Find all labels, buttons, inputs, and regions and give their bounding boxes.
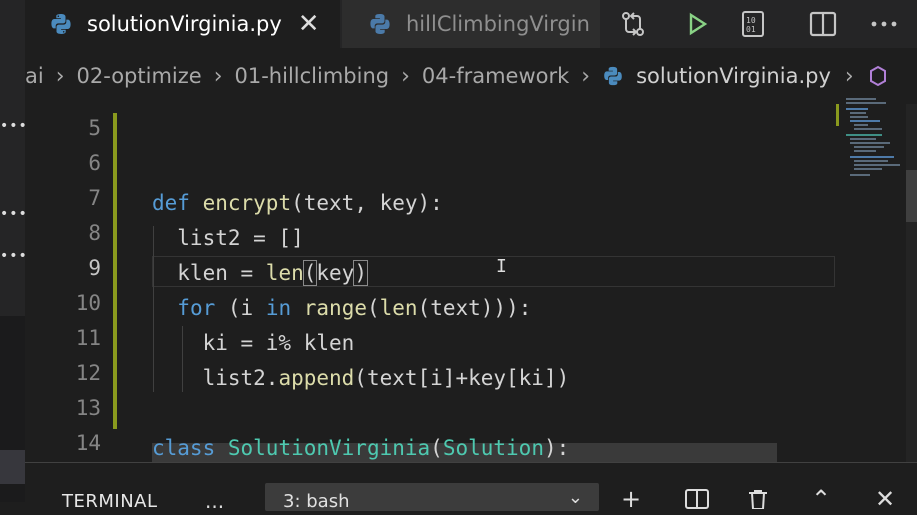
- breadcrumb: ai › 02-optimize › 01-hillclimbing › 04-…: [25, 48, 917, 104]
- code-line[interactable]: def encrypt(text, key):: [152, 186, 443, 221]
- close-icon[interactable]: ✕: [298, 11, 320, 37]
- trash-icon[interactable]: [747, 487, 769, 515]
- line-number: 14: [75, 431, 101, 455]
- line-number: 10: [75, 291, 101, 315]
- code-line[interactable]: class SolutionVirginia(Solution):: [152, 431, 569, 466]
- python-file-icon: [604, 66, 622, 86]
- code-line[interactable]: list2 = []: [152, 221, 303, 256]
- line-number: 11: [75, 326, 101, 350]
- breadcrumb-item[interactable]: 01-hillclimbing: [235, 64, 390, 88]
- line-number-gutter: 5 6 7 8 9 10 11 12 13 14: [25, 104, 113, 462]
- line-number: 13: [75, 396, 101, 420]
- sidebar-selected-row[interactable]: [0, 450, 25, 484]
- breadcrumb-item[interactable]: 04-framework: [422, 64, 569, 88]
- more-icon[interactable]: ...: [205, 489, 224, 513]
- more-actions-icon[interactable]: [867, 7, 901, 41]
- split-terminal-icon[interactable]: [685, 487, 709, 515]
- git-compare-icon[interactable]: [616, 7, 650, 41]
- close-panel-icon[interactable]: ✕: [875, 485, 895, 513]
- modified-lines-indicator: [113, 113, 117, 429]
- more-icon[interactable]: •••: [0, 248, 27, 264]
- add-terminal-icon[interactable]: +: [621, 485, 641, 513]
- tab-label: solutionVirginia.py: [87, 12, 282, 36]
- python-file-icon: [51, 14, 71, 34]
- chevron-right-icon: ›: [55, 63, 65, 89]
- breadcrumb-file[interactable]: solutionVirginia.py: [602, 64, 831, 88]
- code-line[interactable]: klen = len(key): [152, 256, 368, 291]
- svg-text:10: 10: [746, 16, 756, 25]
- code-line[interactable]: list2.append(text[i]+key[ki]): [152, 361, 570, 396]
- bottom-panel: TERMINAL ... 3: bash ⌄ + ⌃ ✕: [25, 462, 917, 513]
- line-number: 7: [88, 186, 101, 210]
- scrollbar-thumb[interactable]: [906, 170, 917, 222]
- chevron-right-icon: ›: [581, 63, 591, 89]
- chevron-down-icon: ⌄: [567, 487, 583, 508]
- chevron-up-icon[interactable]: ⌃: [811, 485, 831, 513]
- python-file-icon: [370, 14, 390, 34]
- tab-bar: solutionVirginia.py ✕ hillClimbingVirgin…: [0, 0, 917, 48]
- split-editor-icon[interactable]: [806, 7, 840, 41]
- breadcrumb-item[interactable]: 02-optimize: [77, 64, 202, 88]
- code-line[interactable]: ki = i% klen: [152, 326, 355, 361]
- binary-file-icon[interactable]: 10 01: [736, 7, 770, 41]
- tab-hillclimbingvirginia[interactable]: hillClimbingVirgin: [342, 0, 600, 48]
- chevron-right-icon: ›: [213, 63, 223, 89]
- svg-text:01: 01: [746, 25, 756, 34]
- line-number: 8: [88, 221, 101, 245]
- tab-label: hillClimbingVirgin: [406, 12, 590, 36]
- line-number: 6: [88, 151, 101, 175]
- line-number: 5: [88, 116, 101, 140]
- run-icon[interactable]: [680, 7, 714, 41]
- more-icon[interactable]: •••: [0, 118, 27, 134]
- terminal-select[interactable]: 3: bash ⌄: [265, 483, 599, 512]
- minimap[interactable]: [836, 96, 906, 216]
- code-editor[interactable]: def encrypt(text, key): list2 = [] klen …: [152, 104, 842, 462]
- code-line[interactable]: for (i in range(len(text))):: [152, 291, 531, 326]
- sidebar-edge: ••• ••• •••: [0, 48, 27, 502]
- breadcrumb-item[interactable]: ai: [25, 64, 44, 88]
- more-icon[interactable]: •••: [0, 206, 27, 222]
- vertical-scrollbar[interactable]: [906, 104, 917, 462]
- chevron-right-icon: ›: [844, 63, 854, 89]
- chevron-right-icon: ›: [401, 63, 410, 89]
- line-number-current: 9: [88, 256, 101, 280]
- text-cursor-icon: I: [496, 256, 507, 277]
- tab-solutionvirginia[interactable]: solutionVirginia.py ✕: [25, 0, 340, 48]
- symbol-class-icon[interactable]: [868, 65, 888, 87]
- breadcrumb-file-label: solutionVirginia.py: [636, 64, 831, 88]
- line-number: 12: [75, 361, 101, 385]
